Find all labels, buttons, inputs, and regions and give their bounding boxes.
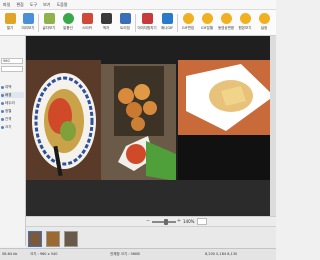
menu-bar: 파일 편집 도구 보기 도움말 (0, 0, 276, 10)
toolbar-separator (38, 14, 39, 32)
original-view-icon (239, 13, 251, 24)
left-panel: 960 여백 배경 테두리 정렬 간격 크기 (0, 36, 26, 246)
original-view-button[interactable]: 원본보기 (236, 13, 254, 35)
status-dimensions: 크기 : 960 x 540 (30, 252, 58, 256)
sticker-icon (81, 13, 93, 24)
bullet-icon (1, 117, 4, 121)
menu-tools[interactable]: 도구 (30, 2, 37, 8)
crop-icon (119, 13, 131, 24)
panel-row[interactable]: 간격 (1, 116, 24, 122)
video-convert-icon (220, 13, 232, 24)
photo-thumbnail-icon[interactable] (28, 231, 42, 247)
speech-bubble-button[interactable]: 말풍선 (59, 13, 77, 35)
toolbar-separator (177, 14, 178, 32)
video-convert-button[interactable]: 동영상변환 (217, 13, 235, 35)
photo-thumbnail-icon[interactable] (64, 231, 78, 247)
merge-images-button[interactable]: 이미지합치기 (137, 13, 157, 35)
status-bar: 58.64 kb 크기 : 960 x 540 전체창 크기 : 56KB 8,… (0, 248, 276, 260)
zoom-out-icon[interactable]: − (145, 218, 151, 225)
settings-button[interactable]: 설정 (255, 13, 273, 35)
speech-bubble-icon (62, 13, 74, 24)
panel-row[interactable]: 정렬 (1, 108, 24, 114)
canvas-area[interactable] (26, 36, 276, 216)
photo-fried-shrimp (101, 64, 176, 184)
bullet-icon (1, 125, 4, 129)
gif-edit-icon (182, 13, 194, 24)
panel-row[interactable]: 크기 (1, 124, 24, 130)
merged-image-canvas (26, 36, 276, 211)
zoom-value: 140% (183, 219, 195, 224)
zoom-bar: − + 140% (26, 216, 276, 226)
open-folder-icon (4, 13, 16, 24)
size-input-secondary[interactable] (1, 66, 23, 72)
frame-icon (100, 13, 112, 24)
panel-row[interactable]: 테두리 (1, 100, 24, 106)
status-coordinates: 8,200 0,184 8,130 (205, 252, 238, 256)
gif-edit-button[interactable]: GIF편집 (179, 13, 197, 35)
bullet-icon (1, 109, 4, 113)
menu-edit[interactable]: 편집 (16, 2, 23, 8)
text-view-icon (43, 13, 55, 24)
photo-thumbnail-icon[interactable] (46, 231, 60, 247)
photo-dish (178, 60, 276, 180)
merge-images-icon (141, 13, 153, 24)
panel-row[interactable]: 배경 (1, 92, 24, 98)
status-memory: 전체창 크기 : 56KB (110, 252, 140, 256)
frame-button[interactable]: 액자 (97, 13, 115, 35)
gif-button[interactable]: 애니GIF (158, 13, 176, 35)
open-button[interactable]: 열기 (1, 13, 19, 35)
bullet-icon (1, 101, 4, 105)
menu-view[interactable]: 보기 (43, 2, 50, 8)
status-file-size: 58.64 kb (2, 252, 18, 256)
bullet-icon (1, 85, 4, 89)
zoom-input[interactable] (197, 218, 207, 225)
thumbnail-strip (26, 226, 276, 248)
panel-row[interactable]: 여백 (1, 84, 24, 90)
preview-icon (22, 13, 34, 24)
toolbar-separator (135, 14, 136, 32)
bullet-icon (1, 93, 4, 97)
gif-split-button[interactable]: GIF분할 (198, 13, 216, 35)
preview-button[interactable]: 미리보기 (19, 13, 37, 35)
menu-file[interactable]: 파일 (3, 2, 10, 8)
settings-icon (258, 13, 270, 24)
toolbar: 열기 미리보기 글자보기 말풍선 스티커 액자 트리밍 이미지합치기 애니GIF… (0, 10, 276, 36)
gif-icon (161, 13, 173, 24)
zoom-in-icon[interactable]: + (176, 218, 182, 225)
gif-split-icon (201, 13, 213, 24)
text-view-button[interactable]: 글자보기 (40, 13, 58, 35)
vertical-scrollbar[interactable] (270, 36, 276, 216)
sticker-button[interactable]: 스티커 (78, 13, 96, 35)
crop-button[interactable]: 트리밍 (116, 13, 134, 35)
size-input[interactable]: 960 (1, 58, 23, 64)
menu-help[interactable]: 도움말 (57, 2, 68, 8)
zoom-slider-handle[interactable] (164, 219, 168, 225)
photo-papaya-salad (26, 60, 101, 180)
